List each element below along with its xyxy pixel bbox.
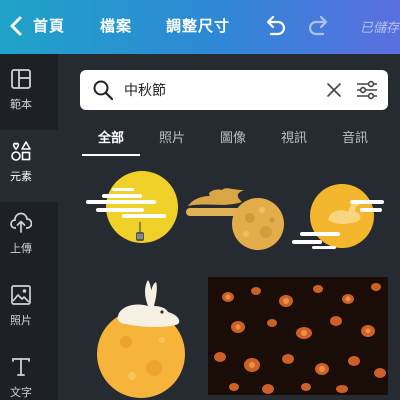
photo-icon (11, 285, 31, 305)
elements-icon (11, 141, 31, 161)
side-rail: 範本 元素 上傳 照片 文字 (0, 54, 58, 400)
template-icon (11, 69, 31, 89)
moon-clouds-graphic[interactable] (82, 170, 186, 246)
top-bar: 首頁 檔案 調整尺寸 已儲存 (0, 0, 400, 54)
save-status: 已儲存 (360, 21, 400, 36)
rail-item-elements[interactable]: 元素 (0, 130, 58, 202)
file-menu-button[interactable]: 檔案 (100, 15, 132, 36)
redo-icon[interactable] (306, 13, 332, 39)
resize-button[interactable]: 調整尺寸 (166, 15, 230, 36)
rail-item-templates[interactable]: 範本 (0, 58, 58, 130)
textured-moon-graphic[interactable] (186, 184, 284, 256)
rabbit-moon-graphic[interactable] (290, 180, 386, 252)
clear-icon[interactable] (326, 82, 342, 98)
undo-icon[interactable] (262, 13, 288, 39)
tab-photos[interactable]: 照片 (159, 127, 185, 146)
rail-item-photos[interactable]: 照片 (0, 274, 58, 346)
back-chevron-icon[interactable] (6, 13, 28, 39)
search-bar (80, 70, 388, 110)
tab-audio[interactable]: 音訊 (342, 127, 368, 146)
search-icon (93, 80, 114, 101)
filter-icon[interactable] (356, 80, 378, 100)
active-tab-indicator (82, 154, 140, 156)
upload-icon (10, 212, 32, 233)
result-tabs: 全部 照片 圖像 視訊 音訊 (80, 122, 400, 158)
text-icon (12, 358, 30, 376)
home-button[interactable]: 首頁 (33, 15, 65, 36)
rail-item-text[interactable]: 文字 (0, 346, 58, 400)
rail-item-label: 照片 (10, 314, 32, 327)
rail-item-label: 上傳 (10, 242, 32, 255)
rail-item-label: 文字 (10, 386, 32, 399)
search-input[interactable] (124, 76, 334, 104)
rail-item-label: 範本 (10, 98, 32, 111)
rail-item-label: 元素 (10, 170, 32, 183)
lantern-festival-photo[interactable] (208, 277, 388, 395)
rabbit-on-moon-graphic[interactable] (92, 276, 190, 400)
tab-videos[interactable]: 視訊 (281, 127, 307, 146)
lantern-photo-image (208, 277, 388, 395)
rail-item-uploads[interactable]: 上傳 (0, 202, 58, 274)
tab-graphics[interactable]: 圖像 (220, 127, 246, 146)
tab-all[interactable]: 全部 (98, 127, 124, 146)
